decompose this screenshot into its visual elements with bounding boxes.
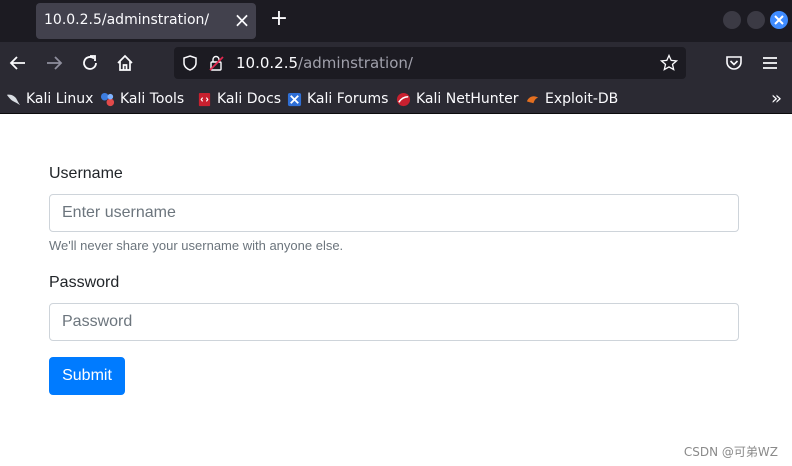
bookmark-label: Kali Linux [26, 91, 94, 107]
browser-tab[interactable]: 10.0.2.5/adminstration/ × [36, 3, 256, 39]
kali-tools-icon [100, 92, 115, 106]
exploit-db-icon [526, 95, 539, 103]
navigation-toolbar: 10.0.2.5/adminstration/ [0, 42, 792, 84]
bookmark-kali-forums[interactable]: Kali Forums [287, 90, 388, 108]
bookmark-label: Kali Forums [307, 91, 389, 107]
address-bar[interactable]: 10.0.2.5/adminstration/ [174, 47, 686, 79]
kali-dragon-icon [6, 94, 21, 105]
bookmark-kali-tools[interactable]: Kali Tools [100, 90, 184, 108]
back-arrow-icon[interactable] [7, 52, 29, 74]
username-input[interactable] [49, 194, 739, 232]
bookmark-label: Kali NetHunter [416, 91, 519, 107]
kali-nethunter-icon [396, 92, 411, 106]
url-path: /adminstration/ [298, 54, 413, 72]
home-icon[interactable] [114, 52, 136, 74]
bookmark-kali-docs[interactable]: Kali Docs [197, 90, 281, 108]
password-label: Password [49, 274, 120, 291]
new-tab-plus-icon[interactable]: + [268, 8, 290, 32]
tab-bar: 10.0.2.5/adminstration/ × + [0, 0, 792, 42]
maximize-window-icon[interactable] [747, 11, 765, 29]
bookmark-star-icon[interactable] [660, 54, 678, 72]
password-input[interactable] [49, 303, 739, 341]
reload-icon[interactable] [79, 52, 101, 74]
bookmark-label: Exploit-DB [545, 91, 619, 107]
bookmarks-toolbar: Kali Linux Kali Tools Kali Docs Kali For… [0, 84, 792, 114]
tab-title: 10.0.2.5/adminstration/ [44, 12, 210, 28]
bookmark-kali-nethunter[interactable]: Kali NetHunter [396, 90, 518, 108]
bookmarks-overflow-chevron-icon[interactable]: » [771, 88, 782, 109]
url-host: 10.0.2.5 [236, 54, 299, 72]
insecure-lock-icon[interactable] [208, 54, 226, 72]
close-tab-icon[interactable]: × [232, 10, 252, 31]
bookmark-label: Kali Tools [120, 91, 185, 107]
kali-forums-icon [287, 92, 302, 106]
pocket-save-icon[interactable] [723, 52, 745, 74]
watermark: CSDN @可弟WZ [683, 445, 778, 459]
username-help-text: We'll never share your username with any… [49, 238, 344, 253]
minimize-window-icon[interactable] [723, 11, 741, 29]
submit-button[interactable]: Submit [49, 357, 125, 395]
bookmark-kali-linux[interactable]: Kali Linux [6, 90, 93, 108]
bookmark-exploit-db[interactable]: Exploit-DB [525, 90, 618, 108]
url-text: 10.0.2.5/adminstration/ [236, 54, 413, 72]
forward-arrow-icon[interactable] [43, 52, 65, 74]
hamburger-menu-icon[interactable] [759, 52, 781, 74]
kali-docs-icon [198, 92, 211, 106]
username-label: Username [49, 165, 123, 182]
tracking-protection-shield-icon[interactable] [182, 55, 198, 71]
close-window-icon[interactable] [770, 11, 788, 29]
bookmark-label: Kali Docs [217, 91, 282, 107]
